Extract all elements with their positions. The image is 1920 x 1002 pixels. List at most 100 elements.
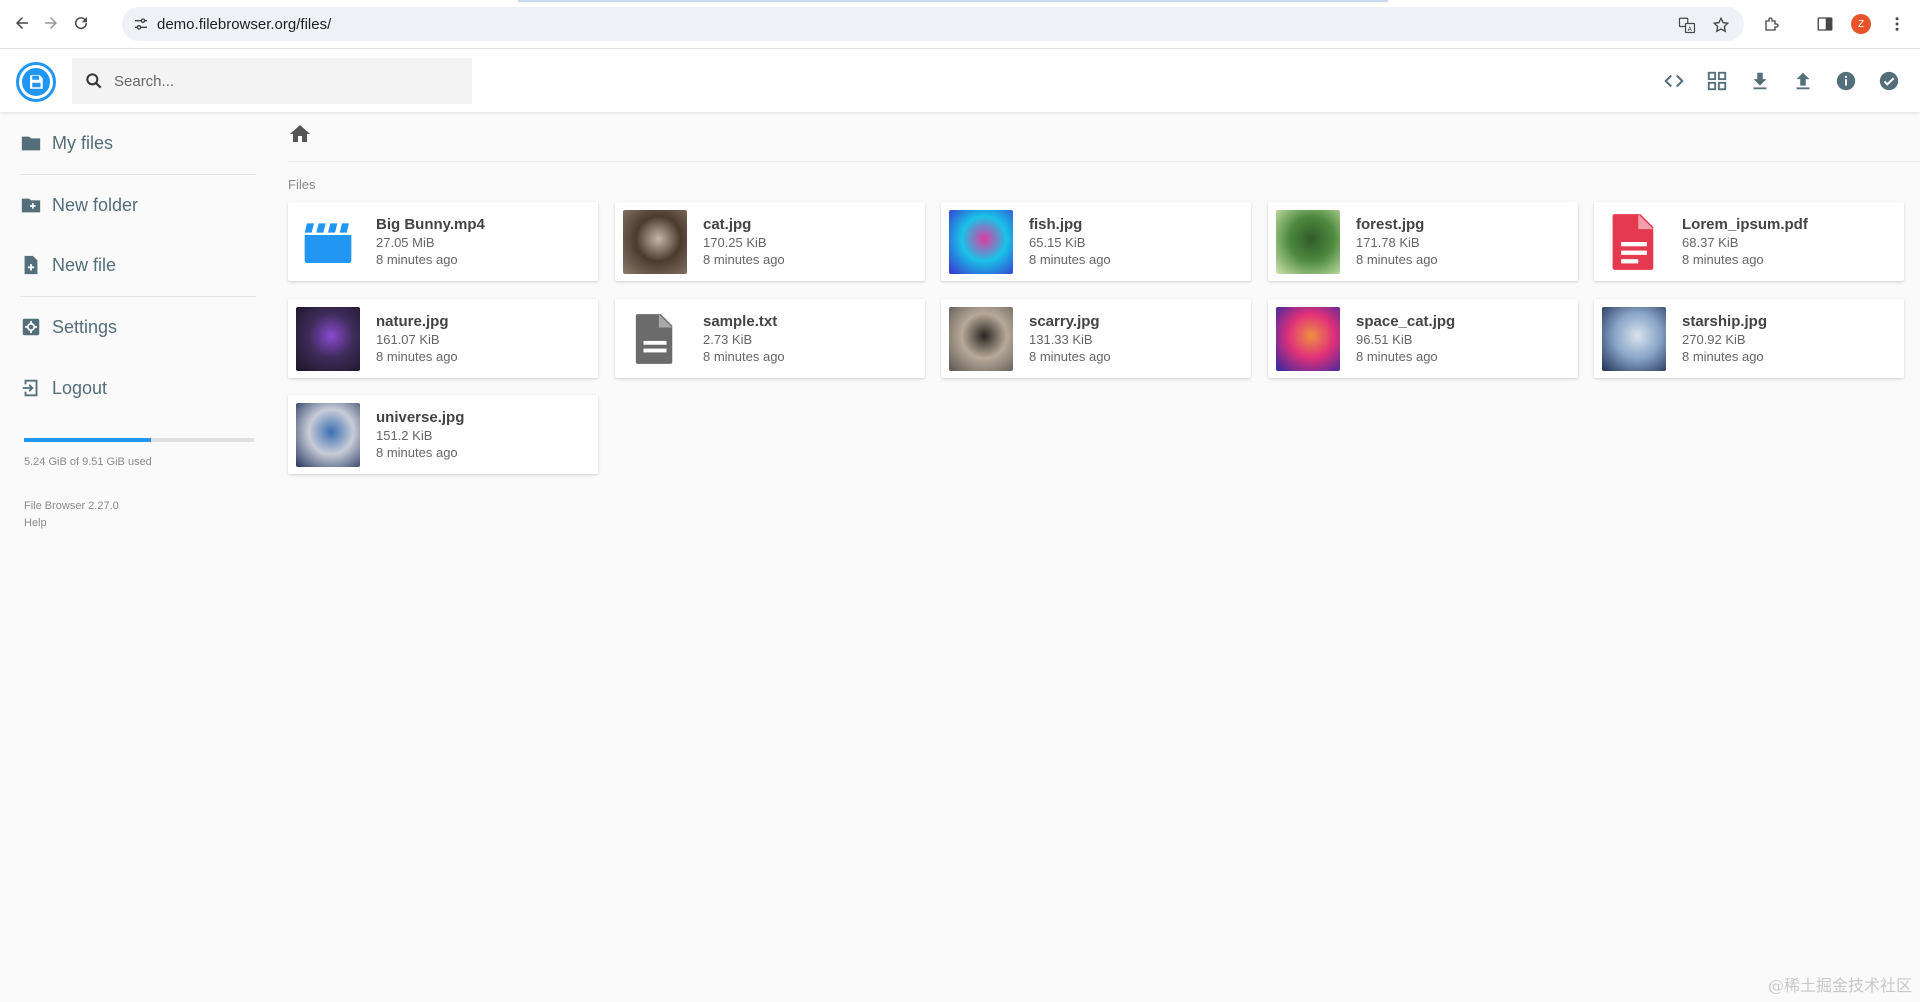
file-name: fish.jpg bbox=[1029, 216, 1083, 233]
arrow-left-icon bbox=[16, 17, 28, 29]
search-icon bbox=[86, 73, 102, 89]
select-multiple-button[interactable] bbox=[1875, 67, 1903, 95]
file-name: sample.txt bbox=[703, 313, 778, 330]
file-item[interactable]: nature.jpg 161.07 KiB 8 minutes ago bbox=[288, 299, 598, 378]
movie-icon bbox=[296, 210, 360, 274]
file-item[interactable]: starship.jpg 270.92 KiB 8 minutes ago bbox=[1594, 299, 1904, 378]
file-size: 2.73 KiB bbox=[703, 332, 753, 347]
file-item[interactable]: sample.txt 2.73 KiB 8 minutes ago bbox=[615, 299, 925, 378]
download-button[interactable] bbox=[1746, 67, 1774, 95]
floppy-disk-icon bbox=[30, 75, 43, 89]
home-icon[interactable] bbox=[288, 122, 312, 146]
file-name: starship.jpg bbox=[1682, 313, 1768, 330]
image-thumbnail bbox=[296, 307, 360, 371]
file-size: 68.37 KiB bbox=[1682, 235, 1739, 250]
search-box[interactable] bbox=[72, 58, 472, 104]
app-header bbox=[0, 49, 1920, 112]
file-item[interactable]: universe.jpg 151.2 KiB 8 minutes ago bbox=[288, 395, 598, 474]
back-button[interactable] bbox=[9, 10, 35, 36]
storage-usage-bar bbox=[24, 438, 254, 442]
file-item[interactable]: cat.jpg 170.25 KiB 8 minutes ago bbox=[615, 202, 925, 281]
file-item[interactable]: space_cat.jpg 96.51 KiB 8 minutes ago bbox=[1268, 299, 1578, 378]
file-modified: 8 minutes ago bbox=[376, 252, 458, 267]
file-item[interactable]: fish.jpg 65.15 KiB 8 minutes ago bbox=[941, 202, 1251, 281]
file-modified: 8 minutes ago bbox=[376, 349, 458, 364]
text-file-icon bbox=[623, 307, 687, 371]
sidebar-item-new-file[interactable]: New file bbox=[0, 240, 260, 290]
address-bar[interactable]: demo.filebrowser.org/files/ A bbox=[122, 7, 1744, 41]
browser-menu-button[interactable] bbox=[1885, 12, 1909, 36]
sidebar-divider bbox=[20, 174, 256, 175]
file-size: 270.92 KiB bbox=[1682, 332, 1746, 347]
file-name: space_cat.jpg bbox=[1356, 313, 1456, 330]
sidebar-item-logout[interactable]: Logout bbox=[0, 363, 260, 413]
sidebar-item-new-folder[interactable]: New folder bbox=[0, 180, 260, 230]
file-size: 171.78 KiB bbox=[1356, 235, 1420, 250]
settings-icon bbox=[20, 316, 42, 338]
browser-toolbar: demo.filebrowser.org/files/ A Z bbox=[0, 0, 1920, 49]
file-size: 161.07 KiB bbox=[376, 332, 440, 347]
image-thumbnail bbox=[623, 210, 687, 274]
sidebar-item-my-files[interactable]: My files bbox=[0, 118, 260, 168]
filebrowser-logo[interactable] bbox=[16, 62, 56, 102]
profile-button[interactable]: Z bbox=[1849, 12, 1873, 36]
version-text: File Browser 2.27.0 bbox=[24, 500, 119, 512]
storage-usage-text: 5.24 GiB of 9.51 GiB used bbox=[24, 456, 152, 468]
file-name: universe.jpg bbox=[376, 409, 465, 426]
image-thumbnail bbox=[949, 210, 1013, 274]
file-modified: 8 minutes ago bbox=[1356, 349, 1438, 364]
image-thumbnail bbox=[296, 403, 360, 467]
file-item[interactable]: scarry.jpg 131.33 KiB 8 minutes ago bbox=[941, 299, 1251, 378]
sidebar-item-label: My files bbox=[52, 132, 114, 153]
image-thumbnail bbox=[1276, 307, 1340, 371]
info-button[interactable] bbox=[1832, 67, 1860, 95]
upload-button[interactable] bbox=[1789, 67, 1817, 95]
search-input[interactable] bbox=[114, 68, 454, 94]
file-modified: 8 minutes ago bbox=[1682, 252, 1764, 267]
sidebar-item-settings[interactable]: Settings bbox=[0, 302, 260, 352]
file-modified: 8 minutes ago bbox=[703, 349, 785, 364]
help-link[interactable]: Help bbox=[24, 515, 119, 532]
image-thumbnail bbox=[1602, 307, 1666, 371]
file-modified: 8 minutes ago bbox=[1029, 252, 1111, 267]
toggle-code-button[interactable] bbox=[1660, 67, 1688, 95]
forward-button[interactable] bbox=[38, 10, 64, 36]
translate-icon[interactable]: A bbox=[1677, 15, 1697, 35]
file-item[interactable]: Big Bunny.mp4 27.05 MiB 8 minutes ago bbox=[288, 202, 598, 281]
site-info-icon[interactable] bbox=[132, 15, 150, 33]
sidebar-item-label: New file bbox=[52, 254, 117, 275]
file-size: 151.2 KiB bbox=[376, 428, 433, 443]
note-add-icon bbox=[20, 254, 42, 276]
side-panel-button[interactable] bbox=[1813, 12, 1837, 36]
side-panel-icon bbox=[1817, 17, 1833, 31]
file-modified: 8 minutes ago bbox=[1682, 349, 1764, 364]
file-item[interactable]: Lorem_ipsum.pdf 68.37 KiB 8 minutes ago bbox=[1594, 202, 1904, 281]
url-text[interactable]: demo.filebrowser.org/files/ bbox=[157, 16, 331, 33]
breadcrumb bbox=[288, 122, 1920, 162]
file-item[interactable]: forest.jpg 171.78 KiB 8 minutes ago bbox=[1268, 202, 1578, 281]
sidebar-item-label: Logout bbox=[52, 377, 108, 398]
file-size: 170.25 KiB bbox=[703, 235, 767, 250]
storage-usage-fill bbox=[24, 438, 151, 442]
avatar: Z bbox=[1851, 14, 1871, 34]
image-thumbnail bbox=[1276, 210, 1340, 274]
arrow-right-icon bbox=[45, 17, 57, 29]
sidebar-divider bbox=[20, 296, 256, 297]
file-modified: 8 minutes ago bbox=[1029, 349, 1111, 364]
file-name: nature.jpg bbox=[376, 313, 449, 330]
credits: File Browser 2.27.0 Help bbox=[24, 498, 119, 532]
folder-icon bbox=[20, 132, 42, 154]
download-icon bbox=[1753, 72, 1767, 90]
file-modified: 8 minutes ago bbox=[703, 252, 785, 267]
reload-icon bbox=[75, 17, 88, 30]
bookmark-star-icon[interactable] bbox=[1711, 15, 1731, 35]
watermark: @稀土掘金技术社区 bbox=[1767, 976, 1912, 995]
info-icon bbox=[1836, 71, 1856, 91]
switch-view-button[interactable] bbox=[1703, 67, 1731, 95]
extensions-button[interactable] bbox=[1760, 12, 1784, 36]
check-circle-icon bbox=[1879, 71, 1899, 91]
file-name: cat.jpg bbox=[703, 216, 752, 233]
file-name: scarry.jpg bbox=[1029, 313, 1100, 330]
reload-button[interactable] bbox=[68, 10, 94, 36]
more-vert-icon bbox=[1895, 17, 1899, 31]
